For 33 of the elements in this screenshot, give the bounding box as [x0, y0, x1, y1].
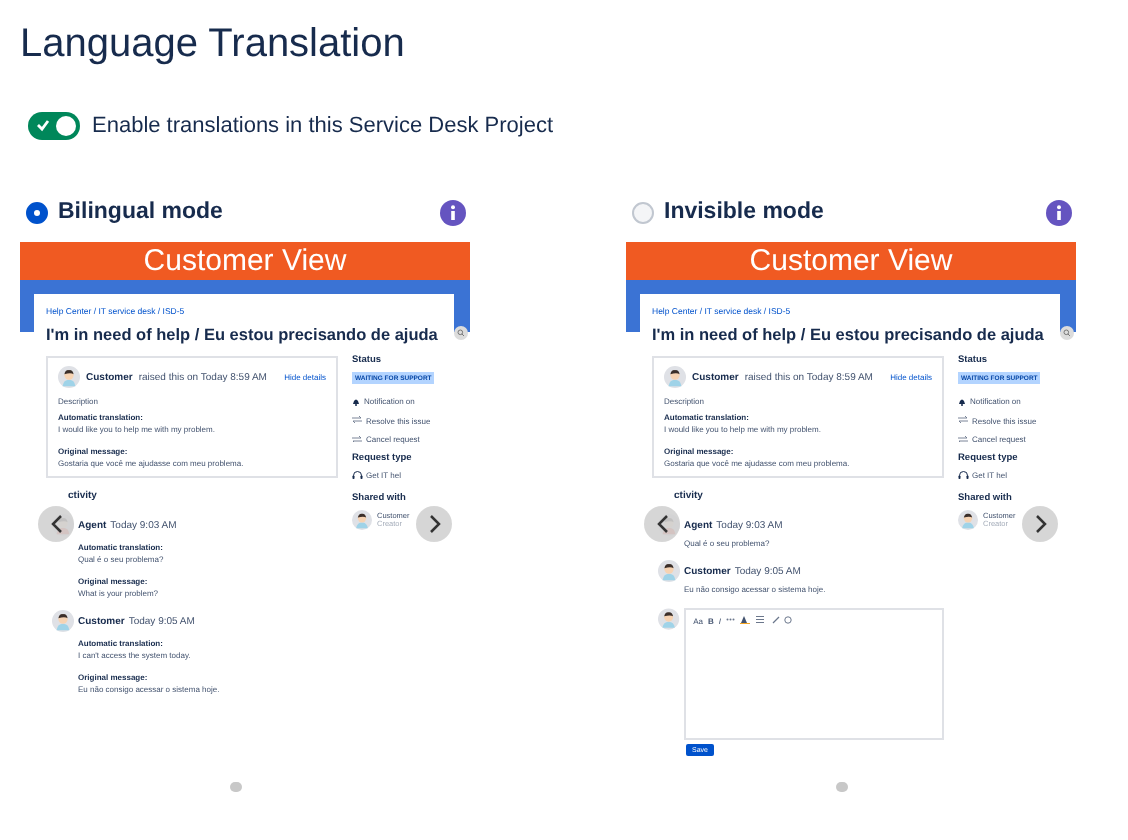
chevron-left-icon	[655, 513, 669, 533]
chevron-right-icon	[1033, 513, 1047, 533]
request-title: I'm in need of help / Eu estou precisando de ajuda	[652, 326, 1046, 344]
list-icon[interactable]	[755, 616, 767, 624]
carousel-dot[interactable]	[836, 781, 847, 792]
avatar-icon	[658, 560, 680, 582]
bell-icon	[958, 397, 966, 405]
check-icon	[36, 118, 50, 132]
mode-radio[interactable]	[26, 201, 48, 223]
carousel-dot[interactable]	[230, 781, 241, 792]
mode-label[interactable]: Bilingual mode	[58, 200, 223, 224]
avatar-icon	[58, 366, 80, 388]
preview-banner: Customer View	[626, 242, 1076, 280]
avatar-icon	[52, 610, 74, 632]
chevron-right-icon	[427, 513, 441, 533]
avatar-icon	[664, 366, 686, 388]
chevron-left-icon	[49, 513, 63, 533]
toggle-label: Enable translations in this Service Desk Project	[92, 114, 553, 138]
info-icon[interactable]	[1046, 199, 1072, 225]
info-icon[interactable]	[440, 199, 466, 225]
avatar-icon	[958, 510, 978, 530]
mode-label[interactable]: Invisible mode	[664, 200, 824, 224]
preview-banner: Customer View	[20, 242, 470, 280]
request-title: I'm in need of help / Eu estou precisando de ajuda	[46, 326, 440, 344]
bell-icon	[352, 397, 360, 405]
mode-radio[interactable]	[632, 201, 654, 223]
avatar-icon	[352, 510, 372, 530]
text-color-icon[interactable]	[740, 615, 751, 625]
translation-toggle[interactable]	[28, 112, 80, 140]
search-icon[interactable]	[1060, 325, 1074, 339]
page-title: Language Translation	[20, 20, 407, 68]
search-icon[interactable]	[454, 325, 468, 339]
avatar-icon	[658, 608, 680, 630]
